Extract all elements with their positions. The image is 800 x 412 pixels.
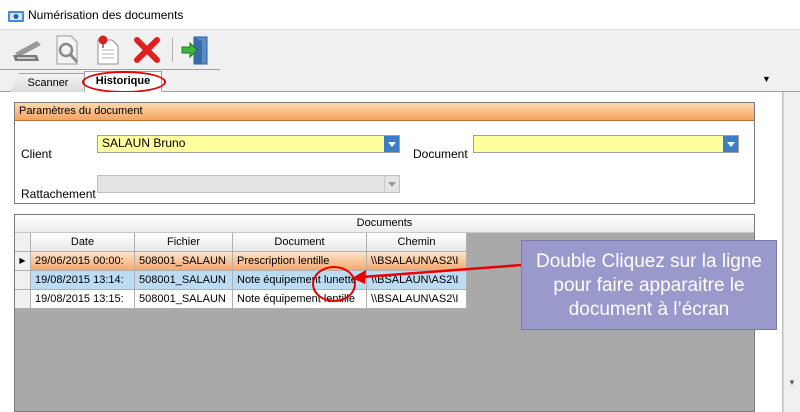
grid-header-row: Date Fichier Document Chemin bbox=[15, 233, 467, 252]
toolbar-separator bbox=[172, 38, 173, 62]
column-header-document[interactable]: Document bbox=[233, 233, 367, 252]
client-label: Client bbox=[21, 147, 52, 161]
cell-date[interactable]: 19/08/2015 13:15: bbox=[31, 290, 135, 309]
row-indicator-header bbox=[15, 233, 31, 252]
scroll-down-arrow-icon[interactable]: ▼ bbox=[788, 378, 796, 387]
rattachement-value bbox=[98, 176, 384, 192]
preview-button[interactable] bbox=[50, 33, 84, 67]
document-label: Document bbox=[413, 147, 468, 161]
cell-fichier[interactable]: 508001_SALAUN bbox=[135, 271, 233, 290]
chevron-down-icon[interactable]: ▼ bbox=[762, 74, 771, 84]
params-header: Paramètres du document bbox=[15, 103, 754, 121]
callout-line-3: document à l’écran bbox=[568, 299, 730, 320]
cell-document[interactable]: Prescription lentille bbox=[233, 252, 367, 271]
scanner-icon bbox=[13, 41, 41, 61]
callout-line-2: pour faire apparaitre le bbox=[553, 275, 745, 296]
column-header-chemin[interactable]: Chemin bbox=[367, 233, 467, 252]
delete-icon bbox=[134, 37, 160, 63]
rattachement-combo bbox=[97, 175, 400, 193]
chevron-down-icon bbox=[384, 176, 399, 192]
tab-strip: Scanner Historique ▼ bbox=[0, 70, 800, 93]
client-value: SALAUN Bruno bbox=[102, 136, 186, 150]
chevron-down-icon[interactable] bbox=[723, 136, 738, 152]
document-pin-icon bbox=[97, 35, 119, 65]
toolbar bbox=[0, 30, 220, 70]
rattachement-label: Rattachement bbox=[21, 187, 96, 201]
window-title: Numérisation des documents bbox=[28, 8, 184, 22]
tab-scanner[interactable]: Scanner bbox=[10, 73, 86, 92]
callout-line-1: Double Cliquez sur la ligne bbox=[535, 251, 762, 272]
row-pointer-icon: ▶ bbox=[15, 252, 31, 271]
cell-date[interactable]: 29/06/2015 00:00: bbox=[31, 252, 135, 271]
cell-document[interactable]: Note équipement lunette bbox=[233, 271, 367, 290]
exit-icon bbox=[181, 36, 208, 65]
cell-fichier[interactable]: 508001_SALAUN bbox=[135, 252, 233, 271]
cell-date[interactable]: 19/08/2015 13:14: bbox=[31, 271, 135, 290]
vertical-scrollbar[interactable]: ▼ bbox=[783, 92, 800, 412]
chevron-down-icon[interactable] bbox=[384, 136, 399, 152]
document-value bbox=[474, 136, 723, 152]
title-bar: Numérisation des documents bbox=[0, 0, 800, 30]
cell-document[interactable]: Note équipement lentille bbox=[233, 290, 367, 309]
row-indicator bbox=[15, 290, 31, 309]
exit-button[interactable] bbox=[178, 33, 212, 67]
scan-button[interactable] bbox=[10, 33, 44, 67]
cell-fichier[interactable]: 508001_SALAUN bbox=[135, 290, 233, 309]
instruction-callout: Double Cliquez sur la ligne pour faire a… bbox=[521, 240, 777, 330]
row-indicator bbox=[15, 271, 31, 290]
arrow-icon bbox=[352, 263, 523, 284]
column-header-fichier[interactable]: Fichier bbox=[135, 233, 233, 252]
client-combo[interactable]: SALAUN Bruno bbox=[97, 135, 400, 153]
column-header-date[interactable]: Date bbox=[31, 233, 135, 252]
document-parameters-panel: Paramètres du document Client SALAUN Bru… bbox=[14, 102, 755, 204]
document-combo[interactable] bbox=[473, 135, 739, 153]
attach-document-button[interactable] bbox=[90, 33, 124, 67]
preview-icon bbox=[56, 35, 79, 65]
documents-header: Documents bbox=[15, 215, 754, 233]
delete-button[interactable] bbox=[130, 33, 164, 67]
tab-historique[interactable]: Historique bbox=[84, 71, 162, 92]
app-icon bbox=[8, 11, 24, 22]
